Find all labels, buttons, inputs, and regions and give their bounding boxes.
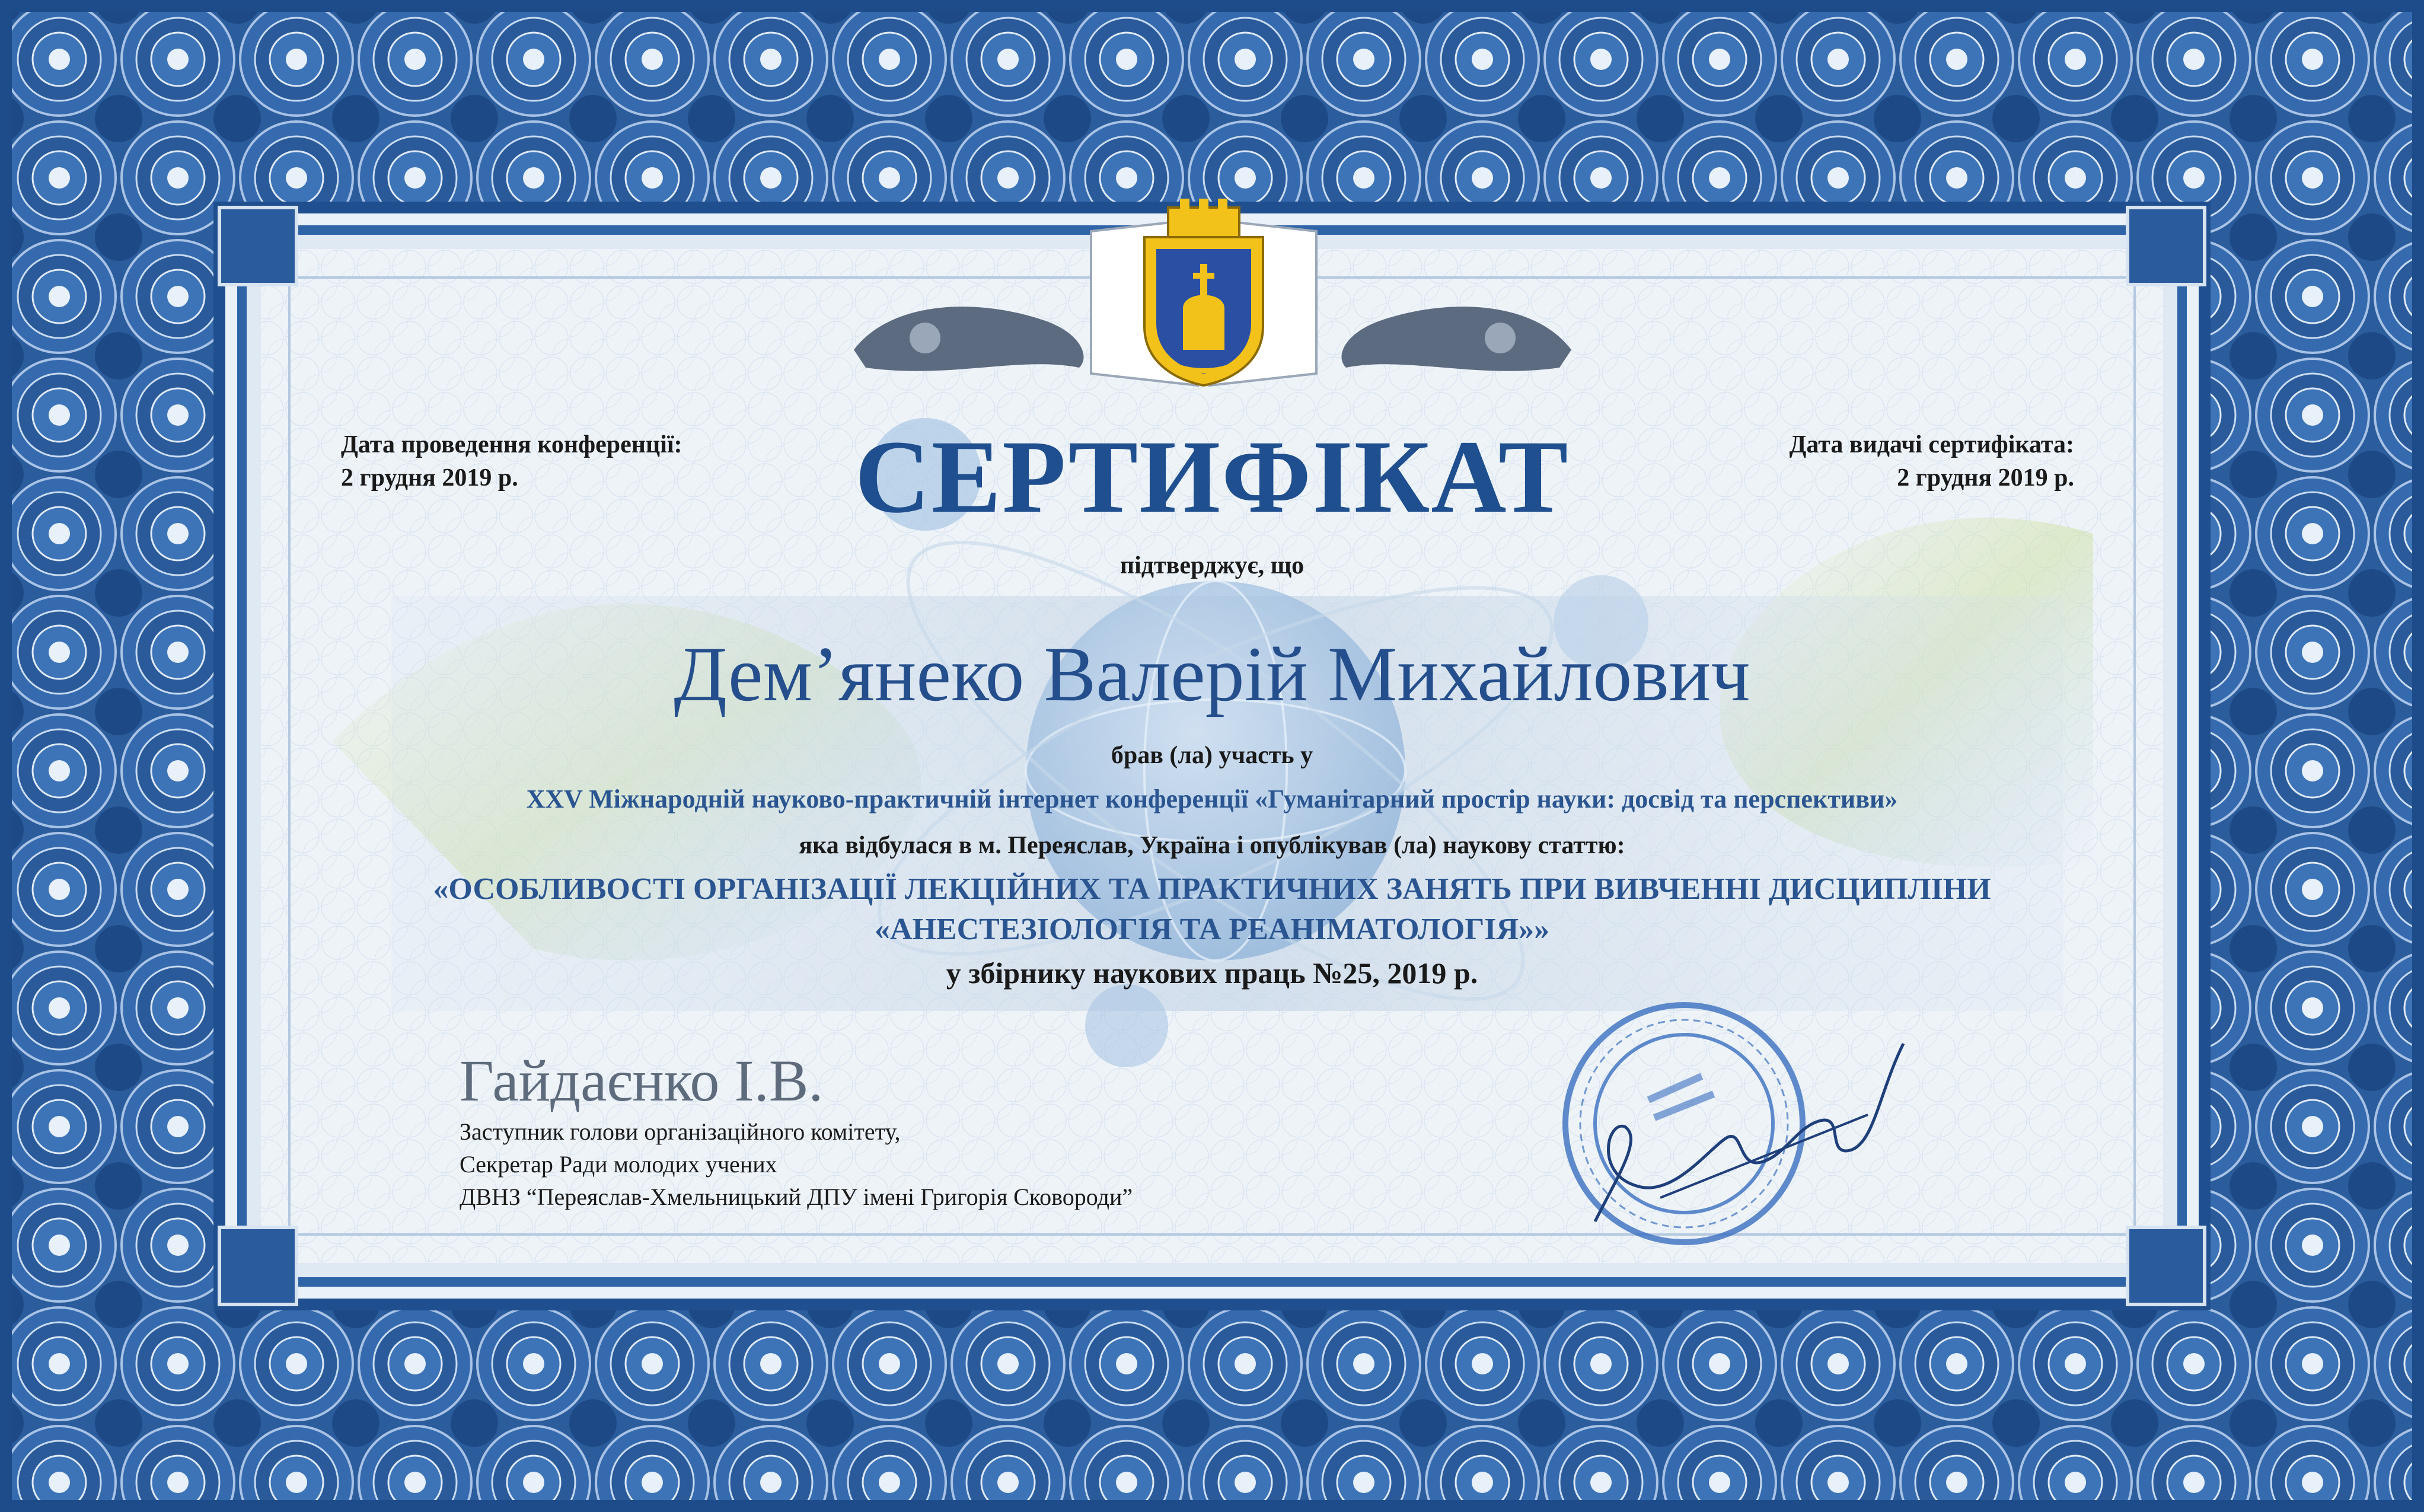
signatory-role-2: Секретар Ради молодих учених: [460, 1151, 777, 1178]
signatory-role-1: Заступник голови організаційного комітет…: [460, 1118, 901, 1145]
article-title-line-2: «АНЕСТЕЗІОЛОГІЯ ТА РЕАНІМАТОЛОГІЯ»»: [874, 913, 1550, 946]
handwritten-signature: [1593, 1042, 1905, 1223]
confirms-text: підтверджує, що: [1119, 552, 1305, 579]
coat-of-arms-icon: [1090, 199, 1318, 387]
conference-name: XXV Міжнародній науково-практичній інтер…: [526, 784, 1898, 814]
signatory-role-3: ДВНЗ “Переяслав-Хмельницький ДПУ імені Г…: [460, 1184, 1133, 1210]
article-title-line-1: «ОСОБЛИВОСТІ ОРГАНІЗАЦІЇ ЛЕКЦІЙНИХ ТА ПР…: [433, 872, 1991, 906]
certificate-title: СЕРТИФІКАТ: [854, 419, 1570, 535]
took-part-text: брав (ла) участь у: [1111, 742, 1313, 769]
collection-text: у збірнику наукових праць №25, 2019 р.: [946, 956, 1478, 990]
certificate: Дата проведення конференції: 2 грудня 20…: [0, 0, 2424, 1512]
held-in-text: яка відбулася в м. Переяслав, Україна і …: [799, 832, 1625, 859]
signatory-name: Гайдаєнко І.В.: [460, 1048, 824, 1114]
recipient-name: Дем’янеко Валерій Михайлович: [674, 630, 1750, 717]
